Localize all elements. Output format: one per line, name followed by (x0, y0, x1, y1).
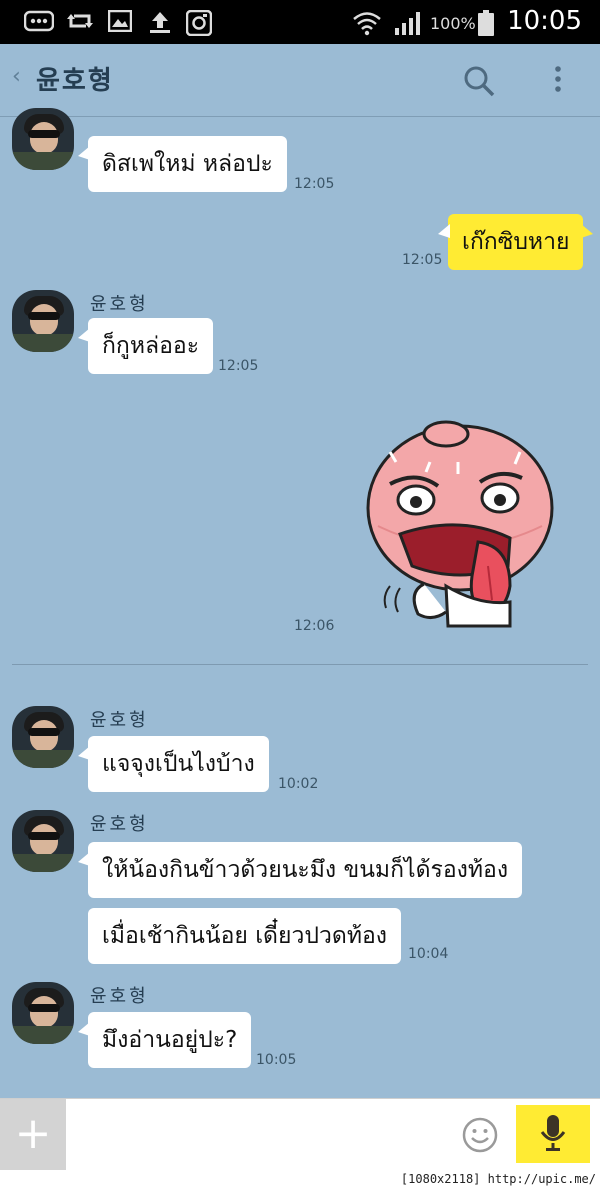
search-icon[interactable] (462, 64, 495, 97)
smile-icon[interactable] (462, 1117, 498, 1153)
battery-icon (478, 10, 494, 41)
sender-name: 윤호형 (90, 986, 149, 1007)
message-time: 12:05 (402, 252, 443, 268)
sender-name: 윤호형 (90, 710, 149, 731)
signal-icon (394, 10, 422, 41)
sender-name: 윤호형 (90, 294, 149, 315)
chat-area[interactable]: ‹ 윤호형 ดิสเพใหม่ หล่อปะ 12:05 12:05 เก๊กซ… (0, 44, 600, 1098)
wifi-icon (352, 10, 382, 41)
message-time: 12:06 (294, 618, 335, 634)
upload-icon (148, 10, 172, 39)
instagram-icon (185, 9, 213, 41)
message-bubble[interactable]: เมื่อเช้ากินน้อย เดี๋ยวปวดท้อง (88, 908, 402, 964)
message-input[interactable] (70, 1107, 450, 1163)
avatar[interactable] (12, 290, 74, 352)
clock: 10:05 (507, 6, 582, 36)
avatar[interactable] (12, 810, 74, 872)
more-icon (23, 10, 55, 37)
date-divider (12, 664, 588, 665)
back-button[interactable]: ‹ (12, 64, 21, 89)
message-time: 12:05 (218, 358, 259, 374)
retweet-icon (66, 10, 94, 37)
status-bar: 100% 10:05 (0, 0, 600, 44)
mic-icon (540, 1115, 566, 1157)
sender-name: 윤호형 (90, 814, 149, 835)
watermark-bar: [1080x2118] http://upic.me/ (0, 1170, 600, 1190)
battery-percent: 100% (430, 14, 476, 33)
message-bubble[interactable]: ก็กูหล่ออะ (77, 318, 214, 374)
avatar[interactable] (12, 706, 74, 768)
avatar[interactable] (12, 108, 74, 170)
message-bubble[interactable]: ดิสเพใหม่ หล่อปะ (78, 136, 287, 192)
page-title: 윤호형 (36, 66, 114, 96)
message-time: 12:05 (294, 176, 335, 192)
message-input-bar: + (0, 1098, 600, 1171)
mic-button[interactable] (516, 1105, 590, 1163)
message-time: 10:05 (256, 1052, 297, 1068)
my-message-bubble[interactable]: เก๊กซิบหาย (437, 214, 595, 270)
image-icon (107, 9, 133, 37)
peach-sticker[interactable] (360, 416, 560, 636)
message-bubble[interactable]: แจจุงเป็นไงบ้าง (78, 736, 269, 792)
message-time: 10:02 (278, 776, 319, 792)
message-bubble[interactable]: มึงอ่านอยู่ปะ? (77, 1012, 252, 1068)
chat-header: ‹ 윤호형 (0, 44, 600, 117)
more-vertical-icon[interactable] (548, 64, 568, 96)
watermark-text: [1080x2118] http://upic.me/ (400, 1172, 596, 1186)
message-time: 10:04 (408, 946, 449, 962)
message-bubble[interactable]: ให้น้องกินข้าวด้วยนะมึง ขนมก็ได้รองท้อง (77, 842, 523, 898)
avatar[interactable] (12, 982, 74, 1044)
plus-button[interactable]: + (0, 1099, 66, 1171)
